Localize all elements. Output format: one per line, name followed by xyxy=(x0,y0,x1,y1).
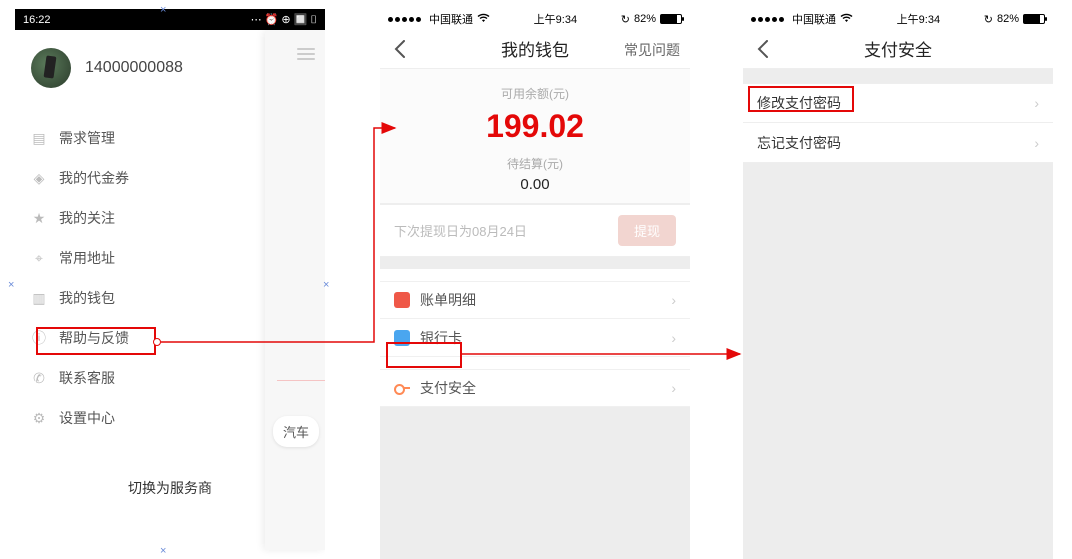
chevron-right-icon: › xyxy=(671,380,676,396)
menu-label: 联系客服 xyxy=(59,368,115,388)
battery-pct: 82% xyxy=(997,13,1019,25)
list-item-label: 忘记支付密码 xyxy=(757,133,841,153)
status-time: 上午9:34 xyxy=(534,11,577,27)
list-icon: ▤ xyxy=(31,130,47,146)
screen-drawer-menu: 16:22 ⋯ ⏰ ⊕ 🔲 ⌷ 汽车 14000000088 ▤ 需求管理 ◈ 我的… xyxy=(15,9,325,559)
nav-bar: 支付安全 xyxy=(743,29,1053,69)
list-item-label: 修改支付密码 xyxy=(757,93,841,113)
status-bar-ios: 中国联通 上午9:34 ↻ 82% xyxy=(743,9,1053,29)
security-list: 修改支付密码 › 忘记支付密码 › xyxy=(743,83,1053,163)
chevron-right-icon: › xyxy=(1034,135,1039,151)
refresh-icon: ↻ xyxy=(984,13,993,26)
chevron-right-icon: › xyxy=(671,330,676,346)
list-item-change-password[interactable]: 修改支付密码 › xyxy=(743,83,1053,123)
nav-bar: 我的钱包 常见问题 xyxy=(380,29,690,69)
signal-icon xyxy=(751,17,784,22)
gear-icon: ⚙ xyxy=(31,410,47,426)
empty-area xyxy=(743,163,1053,559)
refresh-icon: ↻ xyxy=(621,13,630,26)
wallet-icon: ▥ xyxy=(31,290,47,306)
user-phone-number: 14000000088 xyxy=(85,59,183,77)
avatar[interactable] xyxy=(31,48,71,88)
faq-link[interactable]: 常见问题 xyxy=(624,40,680,60)
star-icon: ★ xyxy=(31,210,47,226)
withdraw-button[interactable]: 提现 xyxy=(618,215,676,246)
ticket-icon: ◈ xyxy=(31,170,47,186)
pending-label: 待结算(元) xyxy=(380,155,690,172)
balance-amount: 199.02 xyxy=(380,108,690,145)
pending-amount: 0.00 xyxy=(380,176,690,193)
section-gap xyxy=(743,69,1053,83)
list-item-security[interactable]: 支付安全 › xyxy=(380,369,690,407)
carrier-label: 中国联通 xyxy=(429,11,473,27)
page-title: 支付安全 xyxy=(864,36,932,61)
crop-mark: × xyxy=(8,279,14,291)
list-item-bankcard[interactable]: 银行卡 › xyxy=(380,319,690,357)
pin-icon: ⌖ xyxy=(31,250,47,266)
list-item-label: 账单明细 xyxy=(420,290,476,310)
battery-icon xyxy=(660,14,682,24)
section-gap xyxy=(380,257,690,269)
status-bar-ios: 中国联通 上午9:34 ↻ 82% xyxy=(380,9,690,29)
menu-label: 设置中心 xyxy=(59,408,115,428)
status-time: 上午9:34 xyxy=(897,11,940,27)
card-icon xyxy=(394,330,410,346)
chevron-right-icon: › xyxy=(1034,95,1039,111)
list-item-label: 银行卡 xyxy=(420,328,462,348)
menu-label: 常用地址 xyxy=(59,248,115,268)
balance-card: 可用余额(元) 199.02 待结算(元) 0.00 xyxy=(380,69,690,204)
menu-label: 我的关注 xyxy=(59,208,115,228)
battery-pct: 82% xyxy=(634,13,656,25)
highlight-connector-dot xyxy=(153,338,161,346)
wallet-list: 账单明细 › 银行卡 › 支付安全 › xyxy=(380,281,690,407)
signal-icon xyxy=(388,17,421,22)
empty-area xyxy=(380,407,690,559)
status-time: 16:22 xyxy=(23,14,51,26)
wifi-icon xyxy=(840,13,853,26)
battery-icon xyxy=(1023,14,1045,24)
back-button[interactable] xyxy=(751,37,775,61)
phone-icon: ✆ xyxy=(31,370,47,386)
hamburger-icon[interactable] xyxy=(297,48,315,63)
chevron-right-icon: › xyxy=(671,292,676,308)
help-icon: ⓘ xyxy=(31,330,47,346)
carrier-label: 中国联通 xyxy=(792,11,836,27)
next-withdraw-note: 下次提现日为08月24日 xyxy=(394,221,527,240)
menu-label: 需求管理 xyxy=(59,128,115,148)
status-indicators: ⋯ ⏰ ⊕ 🔲 ⌷ xyxy=(251,13,317,27)
withdraw-row: 下次提现日为08月24日 提现 xyxy=(380,204,690,257)
key-icon xyxy=(394,380,410,396)
list-item-bill[interactable]: 账单明细 › xyxy=(380,281,690,319)
page-title: 我的钱包 xyxy=(501,36,569,61)
back-button[interactable] xyxy=(388,37,412,61)
screen-payment-security: 中国联通 上午9:34 ↻ 82% 支付安全 修改支付密码 › 忘记支付密码 › xyxy=(743,9,1053,559)
list-item-label: 支付安全 xyxy=(420,378,476,398)
screen-wallet: 中国联通 上午9:34 ↻ 82% 我的钱包 常见问题 可用余额(元) 199.… xyxy=(380,9,690,559)
category-chip[interactable]: 汽车 xyxy=(273,416,319,447)
offcanvas-main-sliver: 汽车 xyxy=(265,30,325,550)
bill-icon xyxy=(394,292,410,308)
balance-label: 可用余额(元) xyxy=(380,85,690,102)
list-item-forgot-password[interactable]: 忘记支付密码 › xyxy=(743,123,1053,163)
status-bar-android: 16:22 ⋯ ⏰ ⊕ 🔲 ⌷ xyxy=(15,10,325,30)
menu-label: 我的代金券 xyxy=(59,168,129,188)
wifi-icon xyxy=(477,13,490,26)
menu-label: 帮助与反馈 xyxy=(59,328,129,348)
menu-label: 我的钱包 xyxy=(59,288,115,308)
divider xyxy=(277,380,325,381)
